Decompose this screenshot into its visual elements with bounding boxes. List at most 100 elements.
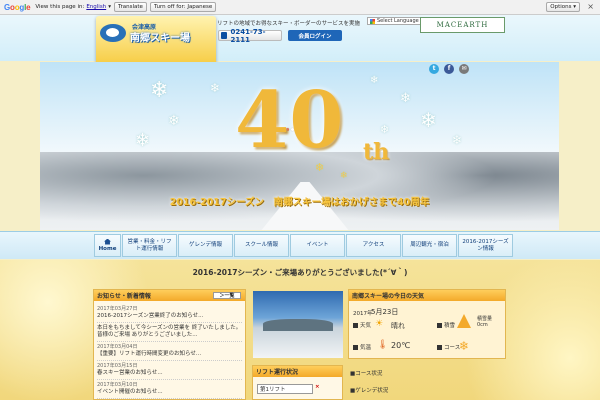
snowflake-icon: ❄ [340, 171, 348, 181]
news-text: イベント開催のお知らせ... [97, 389, 163, 395]
slope-photo [253, 291, 343, 358]
lift-status-title: リフト運行状況 [253, 366, 342, 377]
google-translate-icon [370, 18, 375, 24]
snowflake-icon: ❄ [370, 75, 379, 86]
site-logo[interactable]: 会津高原 南郷スキー場 [96, 16, 216, 66]
weather-panel: 南郷スキー場の今日の天気 2017年 5月23日 天気 ☀ 晴れ 気温 🌡 20… [348, 289, 506, 359]
news-date: 2017年03月10日 [97, 382, 138, 388]
list-item[interactable]: 2017年03月27日 2016-2017シーズン営業終了のお知らせ... [97, 304, 242, 323]
nav-item-season[interactable]: 2016-2017シーズン情報 [458, 234, 513, 257]
news-date: 2017年03月04日 [97, 344, 138, 350]
translate-button[interactable]: Translate [113, 2, 147, 12]
list-item[interactable]: 2017年03月10日 イベント開催のお知らせ... [97, 380, 242, 399]
condition-label-text: 天気 [360, 323, 372, 329]
translate-bar: Google View this page in: English ▾ Tran… [0, 0, 600, 15]
language-select-label: Select Language [377, 18, 419, 24]
twitter-icon[interactable]: t [429, 64, 439, 74]
square-icon [353, 345, 358, 350]
list-item[interactable]: 2017年03月04日 【重要】リフト運行時間変更のお知らせ... [97, 342, 242, 361]
nav-label: Home [98, 245, 117, 252]
course-label: コース [437, 343, 460, 351]
temp-label-text: 気温 [360, 345, 372, 351]
anniversary-number: 40 [235, 75, 344, 166]
phone-text: 0241-73-2111 [230, 27, 266, 44]
turn-off-button[interactable]: Turn off for: Japanese [149, 2, 217, 12]
news-text: 2016-2017シーズン営業終了のお知らせ... [97, 313, 204, 319]
options-button[interactable]: Options ▾ [546, 2, 580, 12]
phone-icon [221, 32, 228, 39]
mountain-image [263, 319, 333, 331]
chevron-down-icon[interactable]: ▾ [108, 4, 111, 10]
course-label-text: コース [444, 345, 461, 351]
square-icon [353, 323, 358, 328]
snow-label-text: 積雪 [444, 323, 456, 329]
anniversary-suffix: th [363, 139, 390, 165]
snowflake-icon: ❄ [400, 91, 411, 106]
snow-label: 積雪 [437, 321, 455, 329]
list-item[interactable]: 2017年03月15日 春スキー営業のお知らせ... [97, 361, 242, 380]
temp-value: 20℃ [391, 341, 410, 350]
google-logo: Google [4, 2, 31, 12]
lift-status-badge: × [315, 384, 320, 390]
lift-1-row: 第1リフト [257, 384, 313, 394]
square-icon [437, 345, 442, 350]
weather-year: 2017年 [353, 311, 373, 317]
member-login-button[interactable]: 会員ログイン [288, 30, 342, 41]
mail-icon[interactable]: ✉ [459, 64, 469, 74]
header-tagline: リフトの地域でお得なスキー・ボーダーのサービスを実施 [217, 21, 361, 27]
phone-number: 0241-73-2111 [218, 27, 282, 44]
snow-depth-icon [457, 314, 471, 328]
nav-item-school[interactable]: スクール情報 [234, 234, 289, 257]
language-select[interactable]: English [86, 4, 106, 10]
lift-status-panel: リフト運行状況 第1リフト × [252, 365, 343, 400]
condition-label: 天気 [353, 321, 371, 329]
weather-date: 5月23日 [371, 308, 399, 316]
translate-prompt: View this page in: [35, 4, 85, 10]
slope-status-title: ■ゲレンデ状況 [350, 388, 389, 394]
snowflake-icon: ❄ [210, 81, 221, 95]
news-more-button[interactable]: ＞一覧 [213, 292, 241, 299]
news-panel: お知らせ・新着情報 ＞一覧 2017年03月27日 2016-2017シーズン営業終… [93, 289, 246, 400]
course-status-title: ■コース状況 [350, 371, 383, 377]
news-date: 2017年03月27日 [97, 306, 138, 312]
rabbit-icon [100, 24, 126, 42]
temp-number: 20 [391, 341, 402, 350]
snow-depth-value: 積雪量 0cm [477, 316, 493, 328]
nav-item-events[interactable]: イベント [290, 234, 345, 257]
login-label: 会員ログイン [298, 33, 332, 40]
snowflake-icon: ❄ [150, 78, 169, 103]
temp-label: 気温 [353, 343, 371, 351]
news-list: 2017年03月27日 2016-2017シーズン営業終了のお知らせ... 本日を… [94, 301, 245, 399]
news-title: お知らせ・新着情報 ＞一覧 [94, 290, 245, 301]
snowflake-icon: ❄ [452, 133, 463, 147]
news-date: 2017年03月15日 [97, 363, 138, 369]
thermometer-icon: 🌡 [377, 340, 389, 350]
list-item[interactable]: 本日をもちまして今シーズンの営業を 終了いたしました。皆様のご来場 ありがとうご… [97, 323, 242, 342]
news-text: 本日をもちまして今シーズンの営業を 終了いたしました。皆様のご来場 ありがとうご… [97, 325, 242, 338]
news-title-text: お知らせ・新着情報 [97, 293, 151, 300]
hero-banner: ❄ ❄ ❄ ❄ ❄ ❄ ❄ ❄ ❄ ❄ ❄ t f ✉ 40 th 2016-2… [40, 62, 559, 230]
snowflake-icon: ❄ [380, 123, 390, 136]
facebook-icon[interactable]: f [444, 64, 454, 74]
home-icon [104, 238, 111, 245]
macearth-logo[interactable]: MACEARTH [420, 17, 505, 33]
banner-caption: 2016-2017シーズン 南郷スキー場はおかげさまで40周年 [169, 197, 430, 208]
square-icon [437, 323, 442, 328]
snowflake-icon: ❄ [459, 339, 470, 353]
nav-item-sightseeing[interactable]: 周辺観光・宿泊 [402, 234, 457, 257]
nav-item-info[interactable]: 営業・料金・リフト運行情報 [122, 234, 177, 257]
close-icon[interactable]: × [587, 2, 594, 11]
main-nav: Home 営業・料金・リフト運行情報 ゲレンデ情報 スクール情報 イベント アク… [94, 234, 513, 257]
temp-unit: ℃ [401, 341, 411, 350]
news-text: 春スキー営業のお知らせ... [97, 370, 163, 376]
news-text: 【重要】リフト運行時間変更のお知らせ... [97, 351, 202, 357]
nav-item-home[interactable]: Home [94, 234, 121, 257]
snowflake-icon: ❄ [135, 130, 151, 151]
page-title: 2016-2017シーズン・ご来場ありがとうございました(*´∀｀) [192, 268, 408, 277]
snowflake-icon: ❄ [168, 113, 180, 129]
logo-name: 南郷スキー場 [130, 33, 190, 44]
condition-value: 晴れ [391, 322, 405, 330]
nav-item-access[interactable]: アクセス [346, 234, 401, 257]
sun-icon: ☀ [375, 319, 384, 329]
nav-item-slopes[interactable]: ゲレンデ情報 [178, 234, 233, 257]
